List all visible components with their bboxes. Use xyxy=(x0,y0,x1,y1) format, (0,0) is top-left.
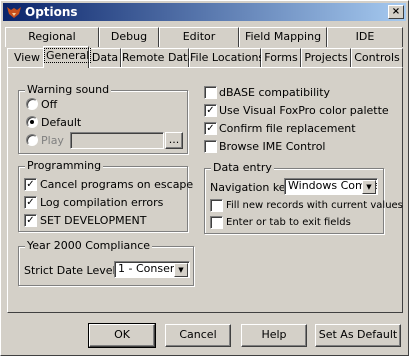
ok-button[interactable]: OK xyxy=(88,323,156,348)
tab-label: Data xyxy=(91,51,119,64)
tab-label: IDE xyxy=(355,30,375,43)
checkbox-confirm-replace[interactable]: ✓ xyxy=(204,122,217,135)
checkbox-log-errors[interactable]: ✓ xyxy=(24,196,37,209)
tab-label: Debug xyxy=(110,30,148,43)
tab-label: Projects xyxy=(304,51,348,64)
check-label: dBASE compatibility xyxy=(219,86,331,99)
group-label: Data entry xyxy=(211,161,274,174)
checkbox-enter-tab-exit[interactable] xyxy=(210,216,223,229)
set-as-default-button[interactable]: Set As Default xyxy=(315,324,401,347)
radio-off[interactable] xyxy=(26,98,38,110)
tab-forms[interactable]: Forms xyxy=(261,48,301,68)
checkbox-set-development[interactable]: ✓ xyxy=(24,214,37,227)
radio-label: Play xyxy=(41,134,64,147)
radio-default[interactable] xyxy=(26,116,38,128)
strict-date-select[interactable]: 1 - Consents ▼ xyxy=(114,261,190,278)
options-dialog: Options × Regional Debug Editor Field Ma… xyxy=(0,0,409,356)
tab-label: Controls xyxy=(354,51,400,64)
tab-label: View xyxy=(13,51,41,64)
browse-button[interactable]: ... xyxy=(165,132,183,149)
checkbox-fill-new-records[interactable] xyxy=(210,199,223,212)
sound-file-field[interactable] xyxy=(70,132,164,149)
checkbox-cancel-escape[interactable]: ✓ xyxy=(24,178,37,191)
check-label: Enter or tab to exit fields xyxy=(226,217,351,228)
tab-debug[interactable]: Debug xyxy=(99,27,159,47)
strict-date-label: Strict Date Level: xyxy=(24,264,120,277)
window-title: Options xyxy=(25,5,78,19)
radio-play[interactable] xyxy=(26,134,38,146)
chevron-down-icon[interactable]: ▼ xyxy=(174,263,188,277)
radio-label: Default xyxy=(41,116,82,129)
cancel-button[interactable]: Cancel xyxy=(165,324,231,347)
tab-label: Field Mapping xyxy=(244,30,322,43)
tab-regional[interactable]: Regional xyxy=(5,27,99,47)
fox-app-icon xyxy=(7,7,21,18)
tab-label: Regional xyxy=(28,30,76,43)
check-label: SET DEVELOPMENT xyxy=(40,214,147,227)
navigation-keys-select[interactable]: Windows Compatil ▼ xyxy=(284,178,378,195)
group-label: Programming xyxy=(25,159,104,172)
tab-label: Forms xyxy=(264,51,298,64)
close-button[interactable]: × xyxy=(388,5,404,19)
check-label: Use Visual FoxPro color palette xyxy=(219,104,389,117)
group-label: Year 2000 Compliance xyxy=(25,239,153,252)
title-bar[interactable]: Options × xyxy=(3,3,406,21)
general-tab-panel: Warning sound Off Default Play ... dBASE… xyxy=(7,67,403,313)
tab-file-locations[interactable]: File Locations xyxy=(189,48,265,68)
check-label: Cancel programs on escape xyxy=(40,178,194,191)
tab-label: File Locations xyxy=(190,51,265,64)
tab-remote-data[interactable]: Remote Data xyxy=(121,48,194,68)
tab-controls[interactable]: Controls xyxy=(351,48,403,68)
radio-label: Off xyxy=(41,98,58,111)
check-label: Browse IME Control xyxy=(219,140,326,153)
tab-label: Editor xyxy=(182,30,216,43)
check-label: Log compilation errors xyxy=(40,196,164,209)
group-label: Warning sound xyxy=(25,83,112,96)
help-button[interactable]: Help xyxy=(241,324,307,347)
chevron-down-icon[interactable]: ▼ xyxy=(362,180,376,194)
check-label: Confirm file replacement xyxy=(219,122,356,135)
tab-label: Remote Data xyxy=(122,51,195,64)
tab-label: General xyxy=(44,48,92,63)
tab-editor[interactable]: Editor xyxy=(159,27,239,47)
tab-ide[interactable]: IDE xyxy=(327,27,403,47)
tab-data[interactable]: Data xyxy=(89,48,121,68)
tab-field-mapping[interactable]: Field Mapping xyxy=(239,27,327,47)
checkbox-palette[interactable]: ✓ xyxy=(204,104,217,117)
check-label: Fill new records with current values xyxy=(226,200,403,211)
checkbox-ime[interactable] xyxy=(204,140,217,153)
tab-view[interactable]: View xyxy=(7,48,47,68)
tab-projects[interactable]: Projects xyxy=(301,48,351,68)
tab-general[interactable]: General xyxy=(43,46,92,68)
checkbox-dbase[interactable] xyxy=(204,86,217,99)
